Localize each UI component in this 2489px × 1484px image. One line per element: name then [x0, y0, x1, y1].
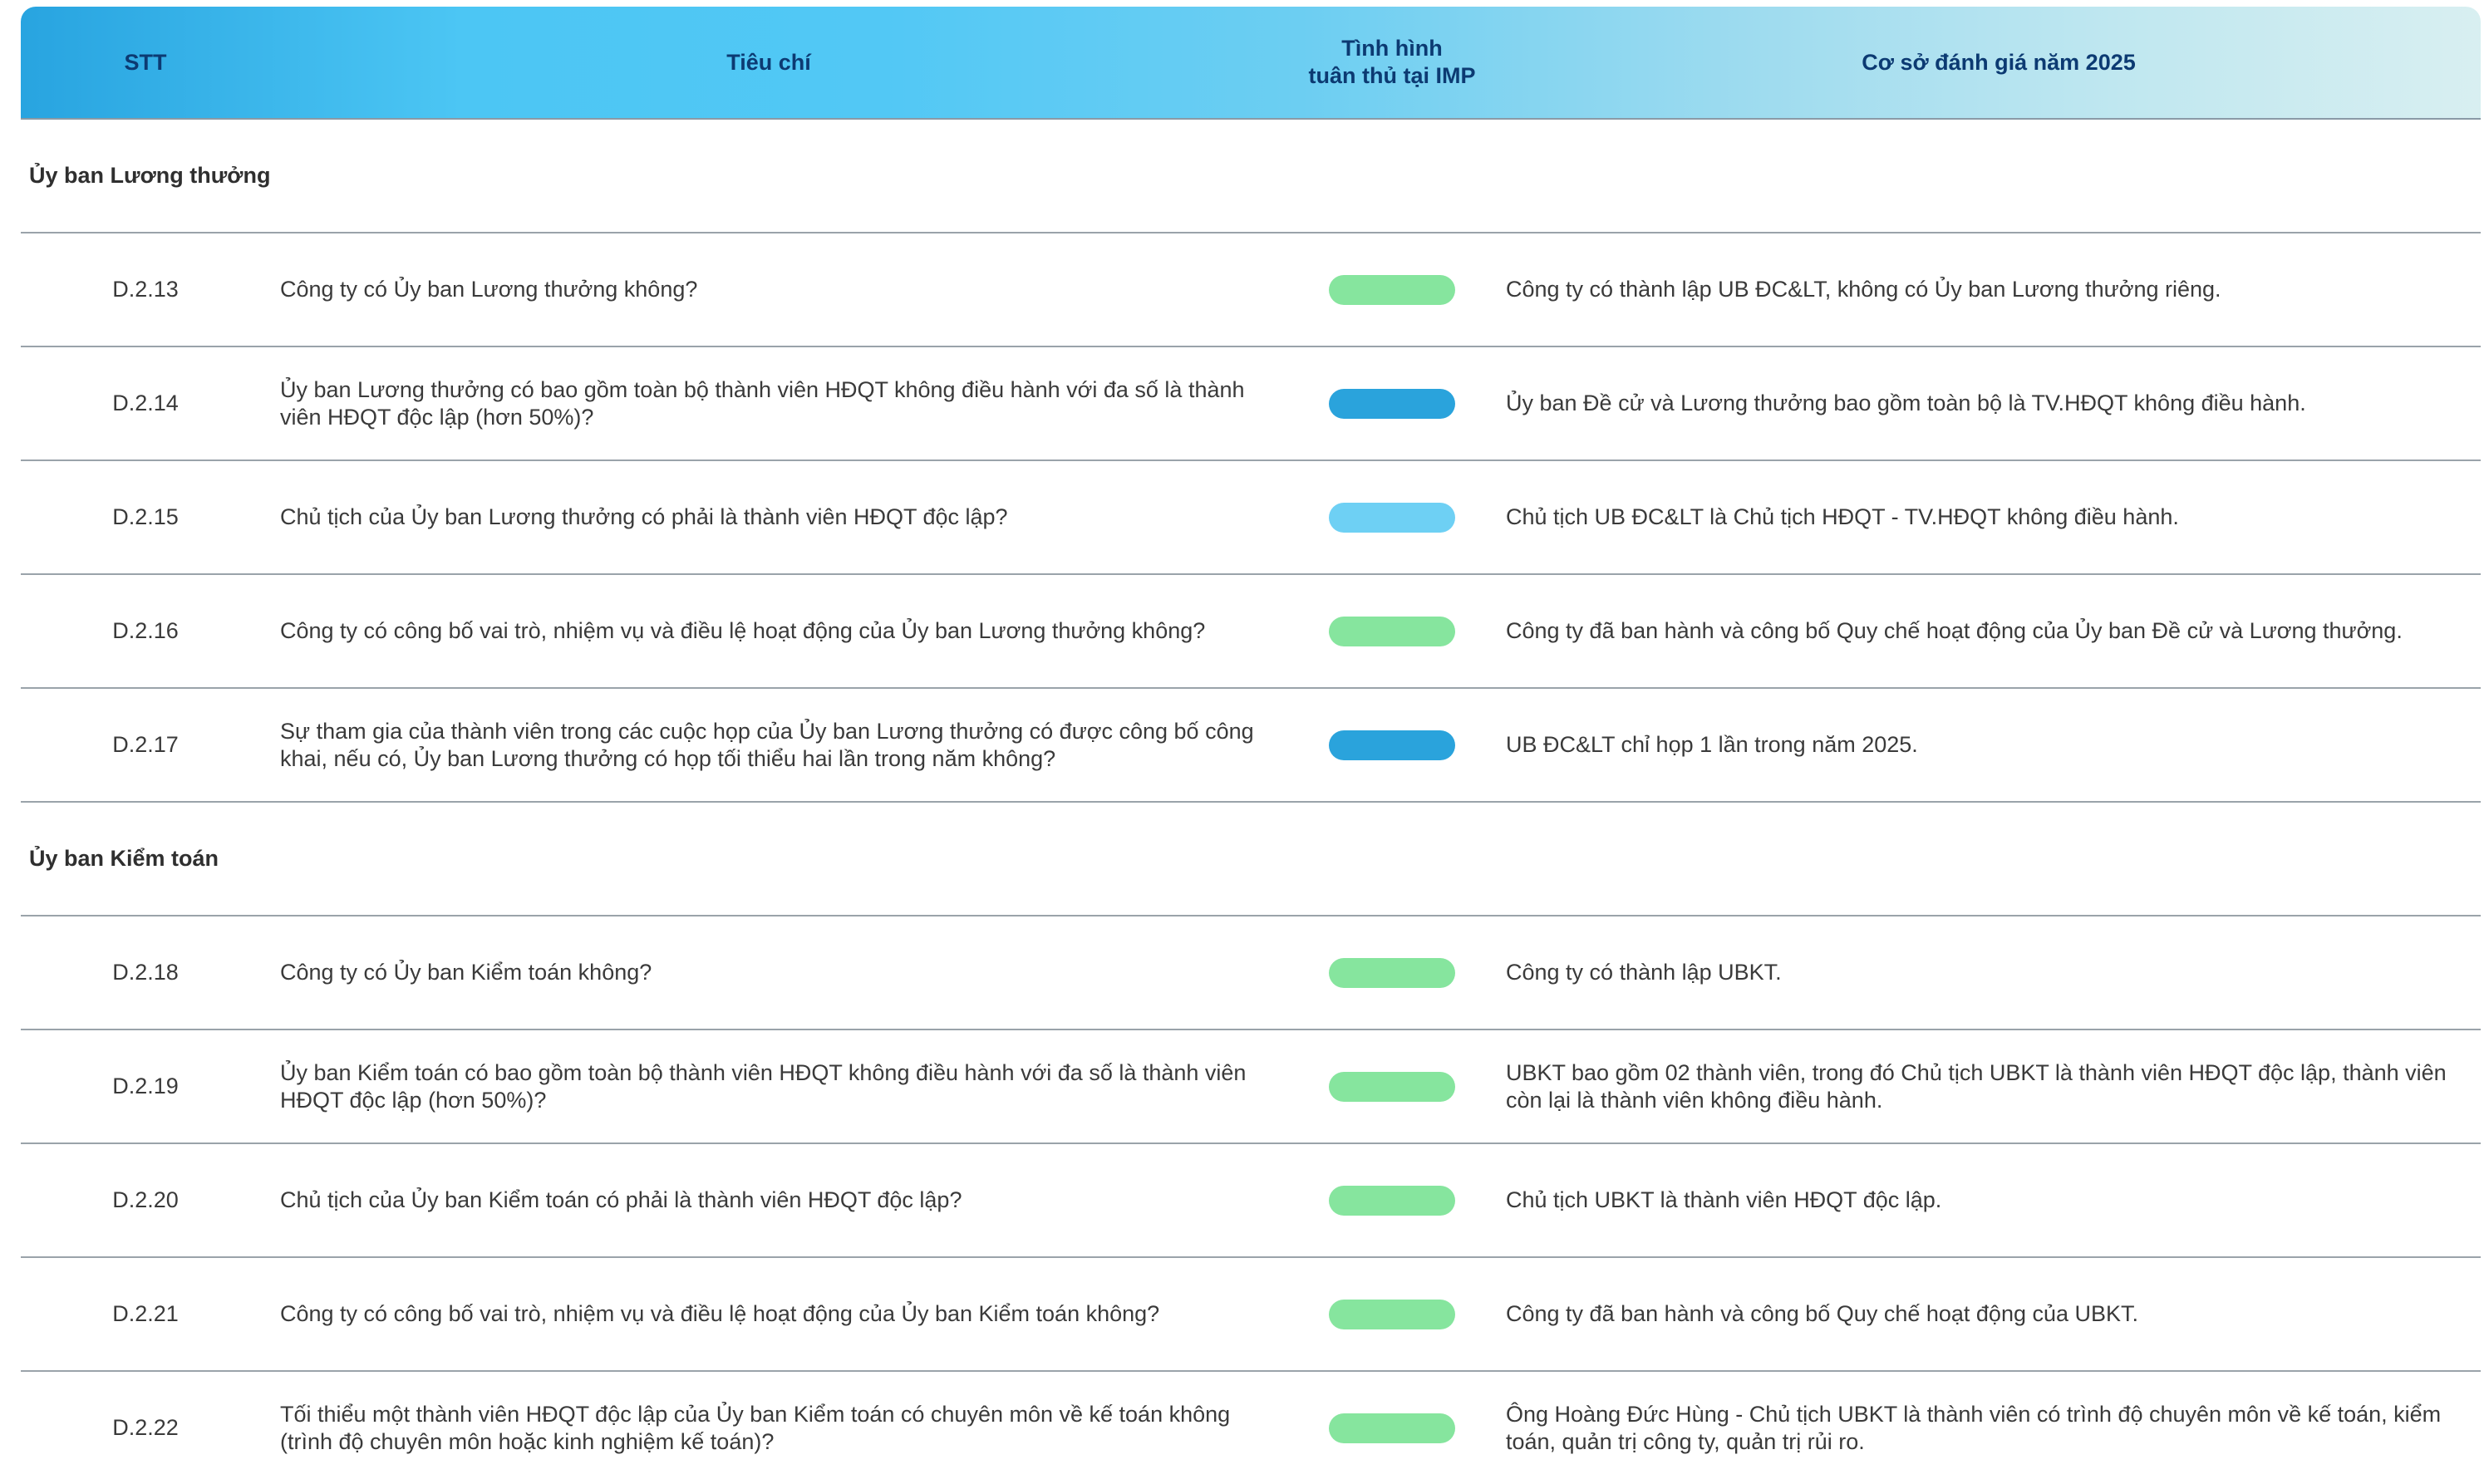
- status-pill: [1329, 1185, 1455, 1216]
- row-tieu-chi: Ủy ban Kiểm toán có bao gồm toàn bộ thàn…: [280, 1059, 1247, 1113]
- row-co-so: Chủ tịch UBKT là thành viên HĐQT độc lập…: [1506, 1187, 1942, 1212]
- row-status: [1267, 575, 1517, 687]
- compliance-table: STT Tiêu chí Tình hình tuân thủ tại IMP …: [21, 7, 2481, 1484]
- row-status: [1267, 461, 1517, 573]
- row-stt: D.2.16: [112, 618, 179, 643]
- row-status: [1267, 916, 1517, 1029]
- header-tieu-chi: Tiêu chí: [726, 49, 811, 75]
- header-tinh-hinh: Tình hình tuân thủ tại IMP: [1267, 7, 1517, 118]
- table-row: D.2.15 Chủ tịch của Ủy ban Lương thưởng c…: [21, 461, 2481, 575]
- section-header: Ủy ban Lương thưởng: [21, 120, 2481, 233]
- row-stt: D.2.18: [112, 960, 179, 985]
- row-status: [1267, 1030, 1517, 1142]
- table-row: D.2.17 Sự tham gia của thành viên trong c…: [21, 689, 2481, 803]
- row-co-so: Công ty đã ban hành và công bố Quy chế h…: [1506, 618, 2403, 643]
- row-tieu-chi: Công ty có công bố vai trò, nhiệm vụ và …: [280, 618, 1206, 643]
- row-tieu-chi: Công ty có công bố vai trò, nhiệm vụ và …: [280, 1301, 1160, 1326]
- table-row: D.2.13 Công ty có Ủy ban Lương thưởng khô…: [21, 233, 2481, 347]
- row-status: [1267, 347, 1517, 459]
- row-stt: D.2.17: [112, 732, 179, 757]
- header-co-so: Cơ sở đánh giá năm 2025: [1862, 49, 2136, 75]
- row-tieu-chi: Công ty có Ủy ban Kiểm toán không?: [280, 960, 652, 985]
- row-tieu-chi: Công ty có Ủy ban Lương thưởng không?: [280, 277, 698, 302]
- table-header: STT Tiêu chí Tình hình tuân thủ tại IMP …: [21, 7, 2481, 120]
- row-tieu-chi: Sự tham gia của thành viên trong các cuộ…: [280, 718, 1254, 771]
- table-row: D.2.21 Công ty có công bố vai trò, nhiệm …: [21, 1258, 2481, 1372]
- row-co-so: Chủ tịch UB ĐC&LT là Chủ tịch HĐQT - TV.…: [1506, 504, 2179, 529]
- status-pill: [1329, 616, 1455, 646]
- table-row: D.2.19 Ủy ban Kiểm toán có bao gồm toàn b…: [21, 1030, 2481, 1144]
- header-stt: STT: [124, 49, 167, 75]
- row-tieu-chi: Chủ tịch của Ủy ban Kiểm toán có phải là…: [280, 1187, 962, 1212]
- table-row: D.2.16 Công ty có công bố vai trò, nhiệm …: [21, 575, 2481, 689]
- table-body: Ủy ban Lương thưởng D.2.13 Công ty có Ủy b…: [21, 120, 2481, 1484]
- table-row: D.2.20 Chủ tịch của Ủy ban Kiểm toán có p…: [21, 1144, 2481, 1258]
- section-title: Ủy ban Kiểm toán: [29, 846, 219, 871]
- row-stt: D.2.14: [112, 391, 179, 415]
- row-stt: D.2.20: [112, 1187, 179, 1212]
- row-co-so: UBKT bao gồm 02 thành viên, trong đó Chủ…: [1506, 1059, 2447, 1113]
- row-co-so: Công ty có thành lập UBKT.: [1506, 960, 1782, 985]
- section-header: Ủy ban Kiểm toán: [21, 803, 2481, 916]
- table-row: D.2.14 Ủy ban Lương thưởng có bao gồm toà…: [21, 347, 2481, 461]
- status-pill: [1329, 1071, 1455, 1102]
- row-co-so: Công ty có thành lập UB ĐC&LT, không có …: [1506, 277, 2221, 302]
- section-title: Ủy ban Lương thưởng: [29, 163, 271, 188]
- row-tieu-chi: Chủ tịch của Ủy ban Lương thưởng có phải…: [280, 504, 1008, 529]
- status-pill: [1329, 388, 1455, 419]
- row-status: [1267, 689, 1517, 801]
- status-pill: [1329, 1299, 1455, 1329]
- row-stt: D.2.15: [112, 504, 179, 529]
- row-co-so: Ủy ban Đề cử và Lương thưởng bao gồm toà…: [1506, 391, 2306, 415]
- row-status: [1267, 1258, 1517, 1370]
- row-stt: D.2.19: [112, 1074, 179, 1098]
- header-tinh-hinh-text: Tình hình tuân thủ tại IMP: [1308, 36, 1476, 88]
- status-pill: [1329, 730, 1455, 760]
- row-stt: D.2.13: [112, 277, 179, 302]
- row-stt: D.2.21: [112, 1301, 179, 1326]
- row-co-so: Công ty đã ban hành và công bố Quy chế h…: [1506, 1301, 2139, 1326]
- table-row: D.2.18 Công ty có Ủy ban Kiểm toán không?…: [21, 916, 2481, 1030]
- row-status: [1267, 233, 1517, 346]
- status-pill: [1329, 274, 1455, 305]
- row-tieu-chi: Ủy ban Lương thưởng có bao gồm toàn bộ t…: [280, 376, 1245, 430]
- status-pill: [1329, 957, 1455, 988]
- row-status: [1267, 1144, 1517, 1256]
- row-co-so: UB ĐC&LT chỉ họp 1 lần trong năm 2025.: [1506, 732, 1918, 757]
- status-pill: [1329, 1413, 1455, 1443]
- status-pill: [1329, 502, 1455, 533]
